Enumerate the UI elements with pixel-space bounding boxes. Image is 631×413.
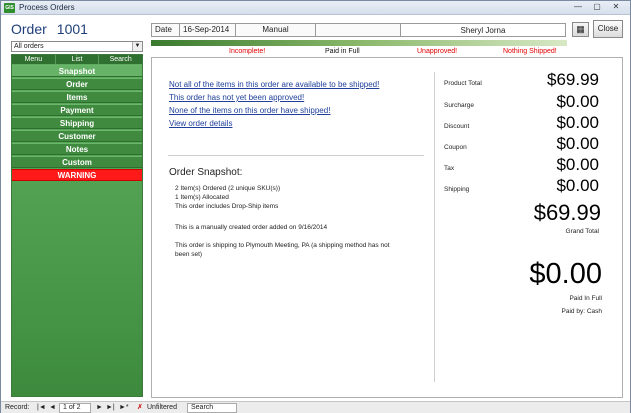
shipping-value: $0.00	[556, 176, 599, 195]
stage-incomplete: Incomplete!	[229, 48, 266, 55]
product-total-label: Product Total	[444, 80, 482, 87]
discount-label: Discount	[444, 123, 470, 130]
calculator-icon[interactable]: ▦	[572, 22, 589, 37]
tab-search[interactable]: Search	[99, 55, 142, 64]
snapshot-panel: Not all of the items in this order are a…	[151, 57, 623, 398]
tax-label: Tax	[444, 165, 455, 172]
link-view-order-details[interactable]: View order details	[169, 119, 232, 128]
filter-status[interactable]: Unfiltered	[147, 402, 177, 413]
sidebar-item-items[interactable]: Items	[12, 91, 142, 103]
date-label: Date	[152, 24, 180, 36]
process-orders-window: GIS Process Orders — ▢ ✕ Order 1001 All o…	[0, 0, 631, 413]
close-button[interactable]: Close	[593, 20, 623, 38]
order-filter-select[interactable]: All orders ▼	[11, 41, 143, 52]
tab-menu[interactable]: Menu	[12, 55, 56, 64]
sidebar-item-custom[interactable]: Custom	[12, 156, 142, 168]
surcharge-value: $0.00	[556, 92, 599, 111]
app-icon: GIS	[4, 3, 15, 13]
grand-total-value: $69.99	[533, 200, 601, 225]
record-navigation-bar: Record: |◄ ◄ 1 of 2 ► ►| ►* ✗ Unfiltered…	[1, 401, 630, 413]
link-not-shipped[interactable]: None of the items on this order have shi…	[169, 106, 330, 115]
sidebar-item-notes[interactable]: Notes	[12, 143, 142, 155]
snapshot-line: 1 Item(s) Allocated	[175, 194, 229, 201]
date-value[interactable]: 16-Sep-2014	[180, 24, 236, 36]
snapshot-line: This order includes Drop-Ship items	[175, 203, 279, 210]
shipping-label: Shipping	[444, 186, 470, 193]
snapshot-line: This order is shipping to Plymouth Meeti…	[175, 242, 390, 249]
record-position-input[interactable]: 1 of 2	[59, 403, 91, 413]
search-input[interactable]: Search	[187, 403, 237, 413]
order-type[interactable]: Manual	[236, 24, 316, 36]
sidebar-item-payment[interactable]: Payment	[12, 104, 142, 116]
next-record-icon[interactable]: ►	[96, 402, 103, 413]
sidebar-item-order[interactable]: Order	[12, 78, 142, 90]
filter-icon: ✗	[137, 404, 143, 411]
order-header-strip: Date 16-Sep-2014 Manual Sheryl Jorna	[151, 23, 566, 37]
previous-record-icon[interactable]: ◄	[49, 402, 56, 413]
order-header: Order 1001	[11, 21, 88, 37]
snapshot-line: 2 Item(s) Ordered (2 unique SKU(s))	[175, 185, 281, 192]
new-record-icon[interactable]: ►*	[119, 402, 129, 413]
surcharge-label: Surcharge	[444, 102, 474, 109]
coupon-value: $0.00	[556, 134, 599, 153]
sidebar: Order 1001 All orders ▼ Menu List Search …	[9, 19, 143, 398]
link-not-approved[interactable]: This order has not yet been approved!	[169, 93, 304, 102]
window-title: Process Orders	[19, 3, 75, 12]
product-total-value: $69.99	[547, 70, 599, 89]
minimize-icon[interactable]: —	[572, 2, 584, 13]
record-label: Record:	[5, 404, 30, 411]
grand-total-label: Grand Total	[565, 228, 599, 235]
title-bar: GIS Process Orders — ▢ ✕	[1, 1, 630, 15]
sidebar-item-shipping[interactable]: Shipping	[12, 117, 142, 129]
order-label: Order	[11, 21, 47, 37]
discount-value: $0.00	[556, 113, 599, 132]
sidebar-item-warning[interactable]: WARNING	[12, 169, 142, 181]
coupon-label: Coupon	[444, 144, 467, 151]
close-icon[interactable]: ✕	[610, 2, 622, 13]
tab-list[interactable]: List	[56, 55, 100, 64]
snapshot-title: Order Snapshot:	[169, 167, 243, 178]
chevron-down-icon[interactable]: ▼	[132, 42, 142, 51]
order-progress-bar	[151, 40, 567, 46]
first-record-icon[interactable]: |◄	[37, 402, 46, 413]
order-filter-value: All orders	[14, 43, 44, 50]
stage-paid-in-full: Paid in Full	[325, 48, 360, 55]
paid-status-label: Paid In Full	[569, 295, 602, 302]
sidebar-item-snapshot[interactable]: Snapshot	[12, 65, 142, 77]
customer-name[interactable]: Sheryl Jorna	[400, 23, 566, 37]
sidebar-item-customer[interactable]: Customer	[12, 130, 142, 142]
divider	[434, 72, 435, 382]
link-items-not-available[interactable]: Not all of the items in this order are a…	[169, 80, 379, 89]
nav-panel: Menu List Search Snapshot Order Items Pa…	[11, 54, 143, 397]
snapshot-line: been set)	[175, 251, 203, 258]
stage-unapproved: Unapproved!	[417, 48, 458, 55]
tax-value: $0.00	[556, 155, 599, 174]
divider	[168, 155, 424, 156]
amount-paid-value: $0.00	[529, 258, 602, 290]
order-number: 1001	[56, 21, 88, 37]
sidebar-tabs: Menu List Search	[12, 55, 142, 64]
payment-method: Paid by: Cash	[561, 308, 602, 315]
last-record-icon[interactable]: ►|	[106, 402, 115, 413]
restore-icon[interactable]: ▢	[591, 2, 603, 13]
stage-nothing-shipped: Nothing Shipped!	[503, 48, 557, 55]
snapshot-line: This is a manually created order added o…	[175, 224, 328, 231]
